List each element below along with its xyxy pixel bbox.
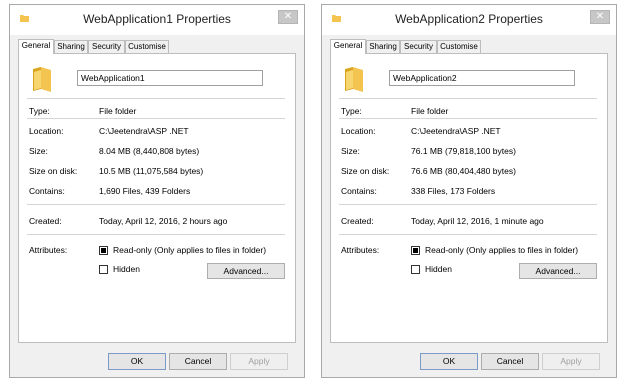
size-on-disk-label: Size on disk: — [341, 166, 390, 176]
divider — [27, 234, 285, 235]
location-value: C:\Jeetendra\ASP .NET — [99, 126, 189, 136]
contains-label: Contains: — [341, 186, 377, 196]
tab-security[interactable]: Security — [88, 40, 125, 53]
hidden-label: Hidden — [425, 264, 452, 274]
created-label: Created: — [341, 216, 374, 226]
apply-button[interactable]: Apply — [542, 353, 600, 370]
divider — [339, 118, 597, 119]
close-icon: ✕ — [283, 11, 293, 22]
cancel-button[interactable]: Cancel — [481, 353, 539, 370]
advanced-button[interactable]: Advanced... — [519, 263, 597, 279]
size-label: Size: — [29, 146, 48, 156]
size-on-disk-value: 76.6 MB (80,404,480 bytes) — [411, 166, 516, 176]
title-bar[interactable]: WebApplication2 Properties ✕ — [322, 5, 616, 35]
tab-customise[interactable]: Customise — [125, 40, 169, 53]
divider — [339, 98, 597, 99]
readonly-label: Read-only (Only applies to files in fold… — [425, 245, 579, 255]
general-panel: WebApplication2 Type: File folder Locati… — [330, 53, 608, 343]
window-title: WebApplication2 Properties — [395, 12, 543, 26]
attributes-label: Attributes: — [341, 245, 380, 255]
tab-customise[interactable]: Customise — [437, 40, 481, 53]
type-label: Type: — [341, 106, 362, 116]
tab-general[interactable]: General — [330, 39, 366, 54]
hidden-label: Hidden — [113, 264, 140, 274]
created-value: Today, April 12, 2016, 2 hours ago — [99, 216, 228, 226]
ok-button[interactable]: OK — [420, 353, 478, 370]
type-value: File folder — [99, 106, 137, 116]
close-icon: ✕ — [595, 11, 605, 22]
size-on-disk-label: Size on disk: — [29, 166, 78, 176]
size-label: Size: — [341, 146, 360, 156]
readonly-checkbox[interactable] — [99, 246, 108, 255]
folder-name-field[interactable]: WebApplication1 — [77, 70, 263, 86]
created-value: Today, April 12, 2016, 1 minute ago — [411, 216, 544, 226]
title-bar[interactable]: WebApplication1 Properties ✕ — [10, 5, 304, 35]
properties-window-1: WebApplication1 Properties ✕ General Sha… — [9, 4, 305, 378]
location-label: Location: — [341, 126, 376, 136]
hidden-checkbox[interactable] — [411, 265, 420, 274]
cancel-button[interactable]: Cancel — [169, 353, 227, 370]
apply-button[interactable]: Apply — [230, 353, 288, 370]
contains-value: 338 Files, 173 Folders — [411, 186, 496, 196]
tab-sharing[interactable]: Sharing — [366, 40, 400, 53]
location-label: Location: — [29, 126, 64, 136]
advanced-button[interactable]: Advanced... — [207, 263, 285, 279]
close-button[interactable]: ✕ — [590, 10, 610, 24]
tab-sharing[interactable]: Sharing — [54, 40, 88, 53]
attributes-label: Attributes: — [29, 245, 68, 255]
divider — [27, 98, 285, 99]
size-value: 76.1 MB (79,818,100 bytes) — [411, 146, 516, 156]
divider — [339, 234, 597, 235]
contains-label: Contains: — [29, 186, 65, 196]
tab-general[interactable]: General — [18, 39, 54, 54]
divider — [339, 204, 597, 205]
close-button[interactable]: ✕ — [278, 10, 298, 24]
type-label: Type: — [29, 106, 50, 116]
folder-icon — [33, 67, 51, 92]
size-value: 8.04 MB (8,440,808 bytes) — [99, 146, 200, 156]
location-value: C:\Jeetendra\ASP .NET — [411, 126, 501, 136]
ok-button[interactable]: OK — [108, 353, 166, 370]
hidden-checkbox[interactable] — [99, 265, 108, 274]
folder-icon — [345, 67, 363, 92]
contains-value: 1,690 Files, 439 Folders — [99, 186, 191, 196]
general-panel: WebApplication1 Type: File folder Locati… — [18, 53, 296, 343]
folder-name-field[interactable]: WebApplication2 — [389, 70, 575, 86]
window-title: WebApplication1 Properties — [83, 12, 231, 26]
properties-window-2: WebApplication2 Properties ✕ General Sha… — [321, 4, 617, 378]
type-value: File folder — [411, 106, 449, 116]
divider — [27, 204, 285, 205]
tab-security[interactable]: Security — [400, 40, 437, 53]
readonly-checkbox[interactable] — [411, 246, 420, 255]
created-label: Created: — [29, 216, 62, 226]
readonly-label: Read-only (Only applies to files in fold… — [113, 245, 267, 255]
divider — [27, 118, 285, 119]
size-on-disk-value: 10.5 MB (11,075,584 bytes) — [99, 166, 204, 176]
